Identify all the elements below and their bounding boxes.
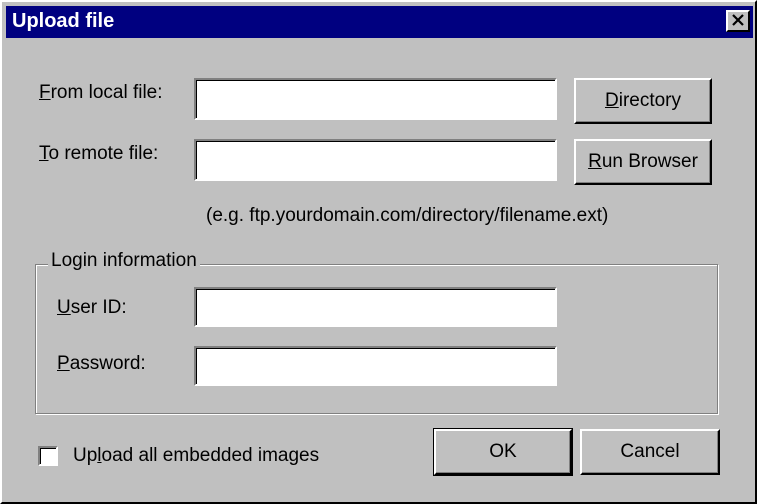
directory-button[interactable]: Directory — [574, 78, 712, 124]
upload-file-dialog: Upload file From local file: Directory T… — [0, 0, 757, 504]
title-bar[interactable]: Upload file — [6, 6, 753, 38]
login-information-legend: Login information — [48, 250, 200, 272]
ok-button[interactable]: OK — [433, 428, 573, 476]
cancel-button-label: Cancel — [620, 441, 680, 462]
password-label: Password: — [57, 353, 146, 374]
from-local-file-input[interactable] — [194, 78, 557, 120]
example-hint: (e.g. ftp.yourdomain.com/directory/filen… — [206, 205, 609, 226]
run-browser-button-label: Run Browser — [588, 151, 698, 172]
run-browser-button[interactable]: Run Browser — [574, 139, 712, 185]
user-id-label: User ID: — [57, 297, 127, 318]
window-title: Upload file — [12, 10, 115, 32]
upload-embedded-images-checkbox[interactable] — [38, 446, 58, 466]
close-icon — [731, 10, 745, 32]
user-id-input[interactable] — [194, 287, 557, 327]
close-button[interactable] — [726, 10, 750, 32]
upload-embedded-images-label[interactable]: Upload all embedded images — [73, 445, 319, 467]
ok-button-label: OK — [489, 441, 517, 462]
to-remote-file-label: To remote file: — [39, 143, 159, 164]
cancel-button[interactable]: Cancel — [580, 429, 720, 475]
password-input[interactable] — [194, 346, 557, 386]
to-remote-file-input[interactable] — [194, 139, 557, 181]
directory-button-label: Directory — [604, 90, 682, 111]
from-local-file-label: From local file: — [39, 82, 163, 103]
